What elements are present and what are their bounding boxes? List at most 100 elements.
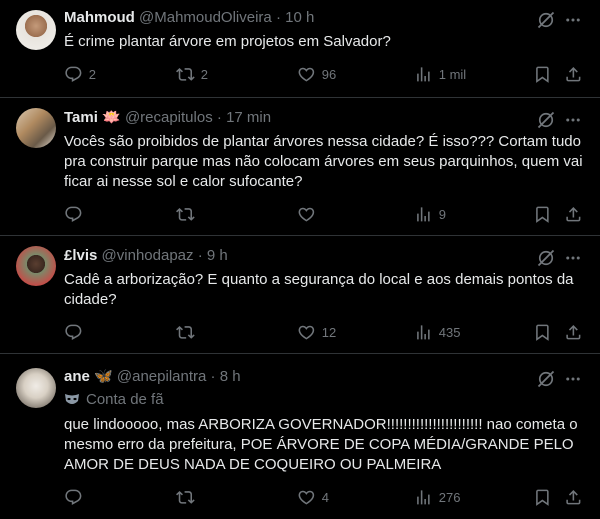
author-name[interactable]: Tami — [64, 109, 98, 126]
tweet-4[interactable]: ane 🦋 @anepilantra · 8 h Conta de fã que… — [0, 354, 600, 519]
author-name[interactable]: ane — [64, 368, 90, 385]
tweet-header: ane 🦋 @anepilantra · 8 h — [64, 367, 241, 387]
mask-icon — [65, 394, 79, 404]
tweet-text: Cadê a arborização? E quanto a segurança… — [64, 271, 574, 308]
views-button[interactable]: 276 — [414, 487, 460, 507]
share-button[interactable] — [564, 204, 583, 224]
repost-button[interactable]: 2 — [176, 64, 208, 84]
like-icon — [297, 205, 316, 224]
separator: · — [275, 9, 281, 26]
views-button[interactable]: 435 — [414, 322, 460, 342]
action-bar: 2 2 96 1 mil — [64, 64, 584, 84]
bookmark-button[interactable] — [533, 204, 552, 224]
avatar[interactable] — [16, 368, 56, 408]
grok-icon[interactable] — [536, 369, 556, 389]
views-button[interactable]: 9 — [414, 204, 446, 224]
author-handle[interactable]: @anepilantra — [117, 368, 206, 385]
avatar[interactable] — [16, 10, 56, 50]
tweet-header: £lvis @vinhodapaz · 9 h — [64, 246, 228, 266]
views-icon — [414, 323, 433, 342]
views-count: 435 — [438, 324, 461, 340]
like-button[interactable]: 12 — [297, 322, 336, 342]
share-icon — [564, 488, 583, 507]
reply-button[interactable] — [64, 487, 89, 507]
grok-icon[interactable] — [536, 248, 556, 268]
share-button[interactable] — [564, 322, 583, 342]
tweet-1[interactable]: Mahmoud @MahmoudOliveira · 10 h É crime … — [0, 0, 600, 98]
like-count: 12 — [321, 324, 337, 340]
bookmark-icon — [533, 488, 552, 507]
tweet-header: Tami 🪷 @recapitulos · 17 min — [64, 108, 271, 128]
more-icon[interactable] — [564, 369, 582, 389]
repost-icon — [176, 205, 195, 224]
timestamp[interactable]: 17 min — [226, 109, 271, 126]
reply-icon — [64, 323, 83, 342]
tweet-header: Mahmoud @MahmoudOliveira · 10 h — [64, 8, 314, 28]
fan-account-badge[interactable]: Conta de fã — [64, 390, 164, 410]
timestamp[interactable]: 8 h — [220, 368, 241, 385]
reply-button[interactable] — [64, 204, 89, 224]
like-icon — [297, 488, 316, 507]
like-button[interactable] — [297, 204, 322, 224]
bookmark-button[interactable] — [533, 322, 552, 342]
more-icon[interactable] — [564, 110, 582, 130]
author-handle[interactable]: @recapitulos — [125, 109, 213, 126]
like-count: 4 — [321, 489, 329, 505]
repost-icon — [176, 323, 195, 342]
author-name[interactable]: Mahmoud — [64, 9, 135, 26]
like-button[interactable]: 4 — [297, 487, 329, 507]
bookmark-button[interactable] — [533, 487, 552, 507]
share-icon — [564, 205, 583, 224]
bookmark-icon — [533, 65, 552, 84]
like-icon — [297, 65, 316, 84]
views-icon — [414, 65, 433, 84]
share-icon — [564, 323, 583, 342]
bookmark-button[interactable] — [533, 64, 552, 84]
reply-button[interactable] — [64, 322, 89, 342]
grok-icon[interactable] — [536, 110, 556, 130]
tweet-3[interactable]: £lvis @vinhodapaz · 9 h Cadê a arborizaç… — [0, 236, 600, 354]
views-icon — [414, 488, 433, 507]
views-count: 9 — [438, 206, 446, 222]
repost-button[interactable] — [176, 487, 201, 507]
action-bar: 12 435 — [64, 322, 584, 342]
repost-icon — [176, 488, 195, 507]
tweet-text: que lindooooo, mas ARBORIZA GOVERNADOR!!… — [64, 416, 578, 473]
timestamp[interactable]: 9 h — [207, 247, 228, 264]
separator: · — [210, 368, 216, 385]
views-button[interactable]: 1 mil — [414, 64, 466, 84]
author-emoji: 🦋 — [94, 368, 113, 385]
tweet-text: É crime plantar árvore em projetos em Sa… — [64, 33, 391, 50]
author-handle[interactable]: @MahmoudOliveira — [139, 9, 272, 26]
like-icon — [297, 323, 316, 342]
repost-icon — [176, 65, 195, 84]
author-name[interactable]: £lvis — [64, 247, 97, 264]
views-icon — [414, 205, 433, 224]
repost-button[interactable] — [176, 204, 201, 224]
like-count: 96 — [321, 66, 337, 82]
reply-icon — [64, 65, 83, 84]
author-handle[interactable]: @vinhodapaz — [102, 247, 194, 264]
like-button[interactable]: 96 — [297, 64, 336, 84]
more-icon[interactable] — [564, 10, 582, 30]
share-button[interactable] — [564, 487, 583, 507]
reply-icon — [64, 205, 83, 224]
bookmark-icon — [533, 323, 552, 342]
separator: · — [216, 109, 222, 126]
reply-count: 2 — [88, 66, 96, 82]
repost-count: 2 — [200, 66, 208, 82]
share-button[interactable] — [564, 64, 583, 84]
reply-button[interactable]: 2 — [64, 64, 96, 84]
reply-icon — [64, 488, 83, 507]
grok-icon[interactable] — [536, 10, 556, 30]
more-icon[interactable] — [564, 248, 582, 268]
fan-account-label: Conta de fã — [86, 391, 164, 408]
action-bar: 9 — [64, 204, 584, 224]
avatar[interactable] — [16, 108, 56, 148]
repost-button[interactable] — [176, 322, 201, 342]
avatar[interactable] — [16, 246, 56, 286]
separator: · — [197, 247, 203, 264]
tweet-text: Vocês são proibidos de plantar árvores n… — [64, 133, 583, 190]
tweet-2[interactable]: Tami 🪷 @recapitulos · 17 min Vocês são p… — [0, 98, 600, 236]
timestamp[interactable]: 10 h — [285, 9, 314, 26]
